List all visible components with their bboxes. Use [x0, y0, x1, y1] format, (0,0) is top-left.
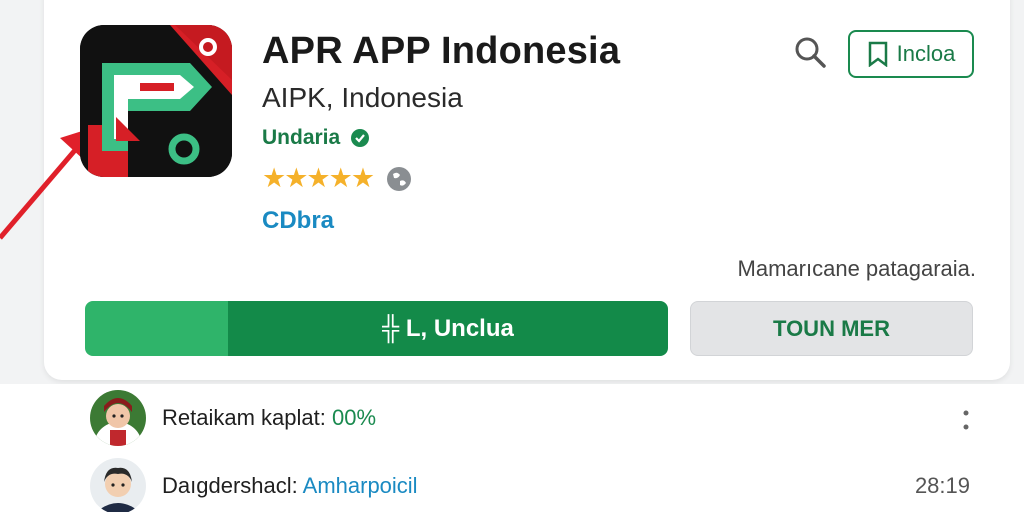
activity-list: Retaikam kaplat: 00% Daıgdershacl: Amhar… — [0, 384, 1024, 512]
app-subtitle: AIPK, Indonesia — [262, 82, 463, 113]
rating-row: ★★★★★ — [262, 163, 413, 194]
developer-link[interactable]: Undaria — [262, 126, 370, 150]
avatar — [90, 390, 146, 446]
avatar — [90, 458, 146, 512]
list-item-value: 00% — [331, 405, 377, 430]
follow-button[interactable]: Incloa — [848, 30, 974, 78]
list-item-time: 28:19 — [914, 473, 970, 498]
secondary-action-button[interactable]: TOUN MER — [690, 301, 973, 356]
rating-stars: ★★★★★ — [262, 163, 375, 193]
install-button[interactable]: ╬ L, Unclua — [85, 301, 668, 356]
list-item-text: Daıgdershacl: Amharpoicil — [162, 473, 418, 499]
follow-label: Incloa — [896, 41, 956, 66]
list-item-link[interactable]: Amharpoicil — [303, 473, 418, 498]
list-item-label: Retaikam kaplat: — [162, 405, 332, 430]
app-icon[interactable] — [80, 25, 232, 177]
list-item-label: Daıgdershacl: — [162, 473, 303, 498]
list-item[interactable]: Daıgdershacl: Amharpoicil 28:19 — [90, 456, 980, 512]
install-button-progress — [85, 301, 228, 356]
app-title: APR APP Indonesia — [262, 30, 621, 72]
info-note: Mamarıcane patagaraia. — [737, 256, 976, 281]
list-item-text: Retaikam kaplat: 00% — [162, 405, 376, 431]
developer-name: Undaria — [262, 126, 341, 149]
install-button-label: ╬ L, Unclua — [228, 301, 668, 356]
search-icon[interactable] — [792, 34, 828, 70]
bookmark-icon — [868, 41, 887, 67]
app-category-link[interactable]: CDbra — [262, 207, 334, 235]
verified-badge-icon — [351, 129, 370, 147]
list-item[interactable]: Retaikam kaplat: 00% — [90, 388, 980, 448]
more-vert-icon[interactable] — [960, 408, 972, 432]
globe-icon[interactable] — [385, 165, 413, 193]
